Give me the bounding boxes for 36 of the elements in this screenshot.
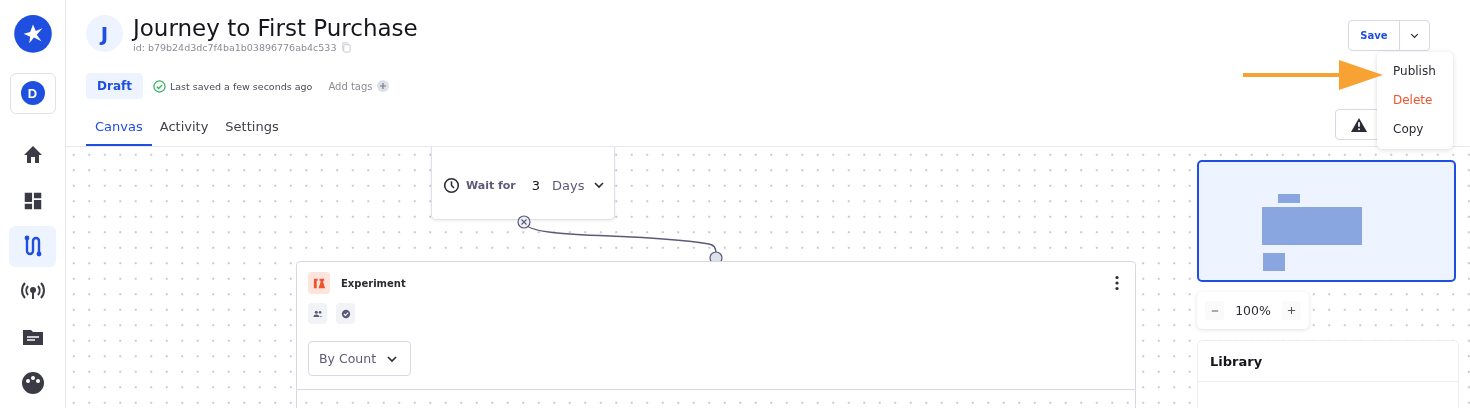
tab[interactable]: Settings bbox=[216, 112, 288, 146]
more-options-icon[interactable] bbox=[1114, 275, 1120, 291]
palette-icon bbox=[20, 370, 45, 395]
journey-avatar: J bbox=[86, 15, 123, 52]
wait-value[interactable]: 3 bbox=[531, 177, 541, 193]
logo-icon[interactable] bbox=[12, 15, 53, 53]
plus-icon bbox=[1287, 306, 1296, 315]
wait-node[interactable]: Wait for 3 Days bbox=[431, 147, 615, 220]
chevron-down-icon bbox=[592, 179, 605, 191]
journey-title: Journey to First Purchase bbox=[133, 14, 418, 42]
workspace-button[interactable]: D bbox=[9, 72, 56, 115]
experiment-node[interactable]: Experiment By Count bbox=[296, 261, 1136, 390]
status-badge: Draft bbox=[86, 73, 143, 99]
library-title: Library bbox=[1198, 341, 1458, 382]
wait-label: Wait for bbox=[466, 178, 516, 192]
split-dropdown[interactable]: By Count bbox=[308, 341, 412, 376]
node-title: Experiment bbox=[341, 277, 406, 289]
menu-item[interactable]: Copy bbox=[1377, 115, 1453, 144]
plus-icon bbox=[376, 80, 389, 92]
menu-item[interactable]: Publish bbox=[1377, 57, 1453, 86]
warning-icon bbox=[1350, 116, 1368, 133]
zoom-level: 100% bbox=[1235, 303, 1271, 318]
saved-status: Last saved a few seconds ago bbox=[169, 80, 313, 92]
unit-dropdown[interactable]: Days bbox=[552, 177, 605, 193]
check-badge-icon[interactable] bbox=[336, 303, 355, 324]
add-tags-button[interactable]: Add tags bbox=[328, 80, 389, 92]
journey-id: id: b79b24d3dc7f4ba1b03896776ab4c533 bbox=[133, 42, 337, 53]
nav-button[interactable] bbox=[9, 226, 56, 267]
clock-icon bbox=[443, 176, 460, 194]
menu-item[interactable]: Delete bbox=[1377, 86, 1453, 115]
audience-icon[interactable] bbox=[308, 303, 327, 324]
zoom-in-button[interactable] bbox=[1282, 301, 1301, 320]
flask-icon bbox=[308, 272, 330, 294]
minimap[interactable] bbox=[1197, 160, 1456, 282]
check-circle-icon bbox=[152, 79, 166, 93]
tab[interactable]: Activity bbox=[150, 112, 218, 146]
